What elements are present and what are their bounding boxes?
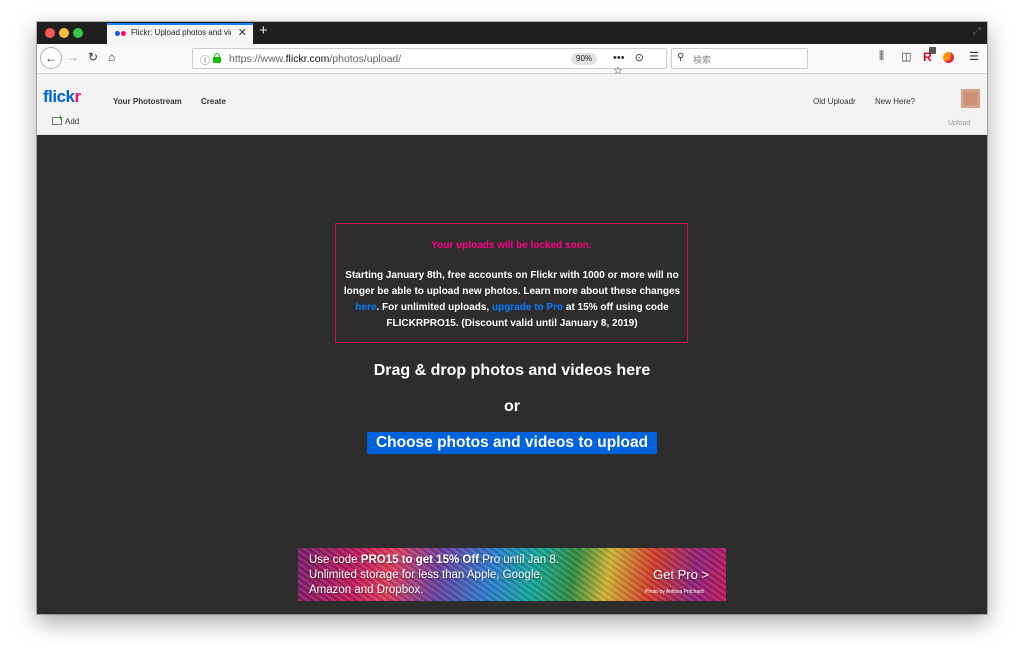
get-pro-link[interactable]: Get Pro > (653, 567, 709, 582)
learn-more-link[interactable]: here (355, 302, 376, 313)
search-input[interactable]: 検索 (693, 53, 711, 66)
sidebar-icon[interactable]: ◫ (901, 50, 911, 63)
new-tab-button[interactable]: + (259, 22, 268, 39)
nav-old-uploadr[interactable]: Old Uploadr (813, 97, 856, 106)
nav-create[interactable]: Create (201, 97, 226, 106)
promo-line-2: Unlimited storage for less than Apple, G… (309, 569, 543, 581)
lock-icon[interactable] (213, 53, 221, 63)
tab-strip: Flickr: Upload photos and videos ✕ + ⤢ (37, 22, 987, 44)
choose-files-button[interactable]: Choose photos and videos to upload (367, 432, 657, 454)
url-text[interactable]: https://www.flickr.com/photos/upload/ (229, 53, 401, 65)
or-separator: or (504, 398, 520, 415)
navigation-toolbar: ← → ↻ ⌂ ⓘ https://www.flickr.com/photos/… (37, 44, 987, 77)
tab-flickr-upload[interactable]: Flickr: Upload photos and videos ✕ (107, 23, 253, 44)
close-window-button[interactable] (45, 28, 55, 38)
upload-lock-notice: Your uploads will be locked soon. Starti… (335, 223, 688, 343)
pocket-icon[interactable]: ⊙ (635, 52, 644, 64)
home-icon[interactable]: ⌂ (108, 50, 115, 64)
zoom-level-badge[interactable]: 90% (571, 53, 598, 65)
browser-window: Flickr: Upload photos and videos ✕ + ⤢ ←… (37, 22, 987, 614)
add-photo-icon (52, 113, 63, 125)
notice-title: Your uploads will be locked soon. (431, 240, 592, 251)
upgrade-to-pro-link[interactable]: upgrade to Pro (492, 302, 563, 313)
maximize-window-button[interactable] (73, 28, 83, 38)
drag-drop-instruction: Drag & drop photos and videos here (373, 362, 651, 379)
library-icon[interactable]: ⫼ (879, 50, 884, 63)
tab-title: Flickr: Upload photos and videos (131, 28, 231, 37)
flickr-logo[interactable]: flickr (43, 87, 81, 107)
promo-line-3: Amazon and Dropbox. (309, 584, 424, 596)
promo-line-1: Use code PRO15 to get 15% Off Pro until … (309, 554, 559, 566)
upload-button[interactable]: Upload (948, 120, 970, 127)
pro-promo-banner[interactable]: Use code PRO15 to get 15% Off Pro until … (298, 548, 726, 601)
url-bar[interactable]: ⓘ https://www.flickr.com/photos/upload/ … (192, 48, 667, 77)
forward-icon[interactable]: → (67, 50, 79, 64)
minimize-window-button[interactable] (59, 28, 69, 38)
reload-icon[interactable]: ↻ (88, 50, 98, 64)
nav-new-here[interactable]: New Here? (875, 97, 915, 106)
avatar[interactable] (961, 89, 980, 108)
search-icon: ⚲ (677, 52, 685, 63)
notice-body: Starting January 8th, free accounts on F… (343, 270, 681, 329)
add-button[interactable]: Add (52, 113, 79, 126)
menu-icon[interactable]: ☰ (969, 50, 979, 63)
resize-icon: ⤢ (973, 26, 981, 37)
upload-drop-area[interactable]: Your uploads will be locked soon. Starti… (37, 136, 987, 614)
photo-credit: Photo by Anfissa Pritchard (645, 589, 704, 595)
nav-your-photostream[interactable]: Your Photostream (113, 97, 182, 106)
back-button[interactable]: ← (40, 47, 62, 69)
page-actions-icon[interactable]: ••• (613, 52, 625, 64)
info-icon[interactable]: ⓘ (200, 52, 210, 67)
search-bar[interactable]: ⚲ 検索 (671, 48, 808, 69)
flickr-header: flickr Your Photostream Create Old Uploa… (37, 74, 987, 108)
tab-close-icon[interactable]: ✕ (238, 26, 247, 39)
firefox-account-icon[interactable] (943, 52, 954, 63)
extension-icon[interactable]: R (923, 47, 937, 64)
upload-toolbar: Add Upload (37, 108, 987, 135)
flickr-favicon-icon (115, 31, 127, 37)
